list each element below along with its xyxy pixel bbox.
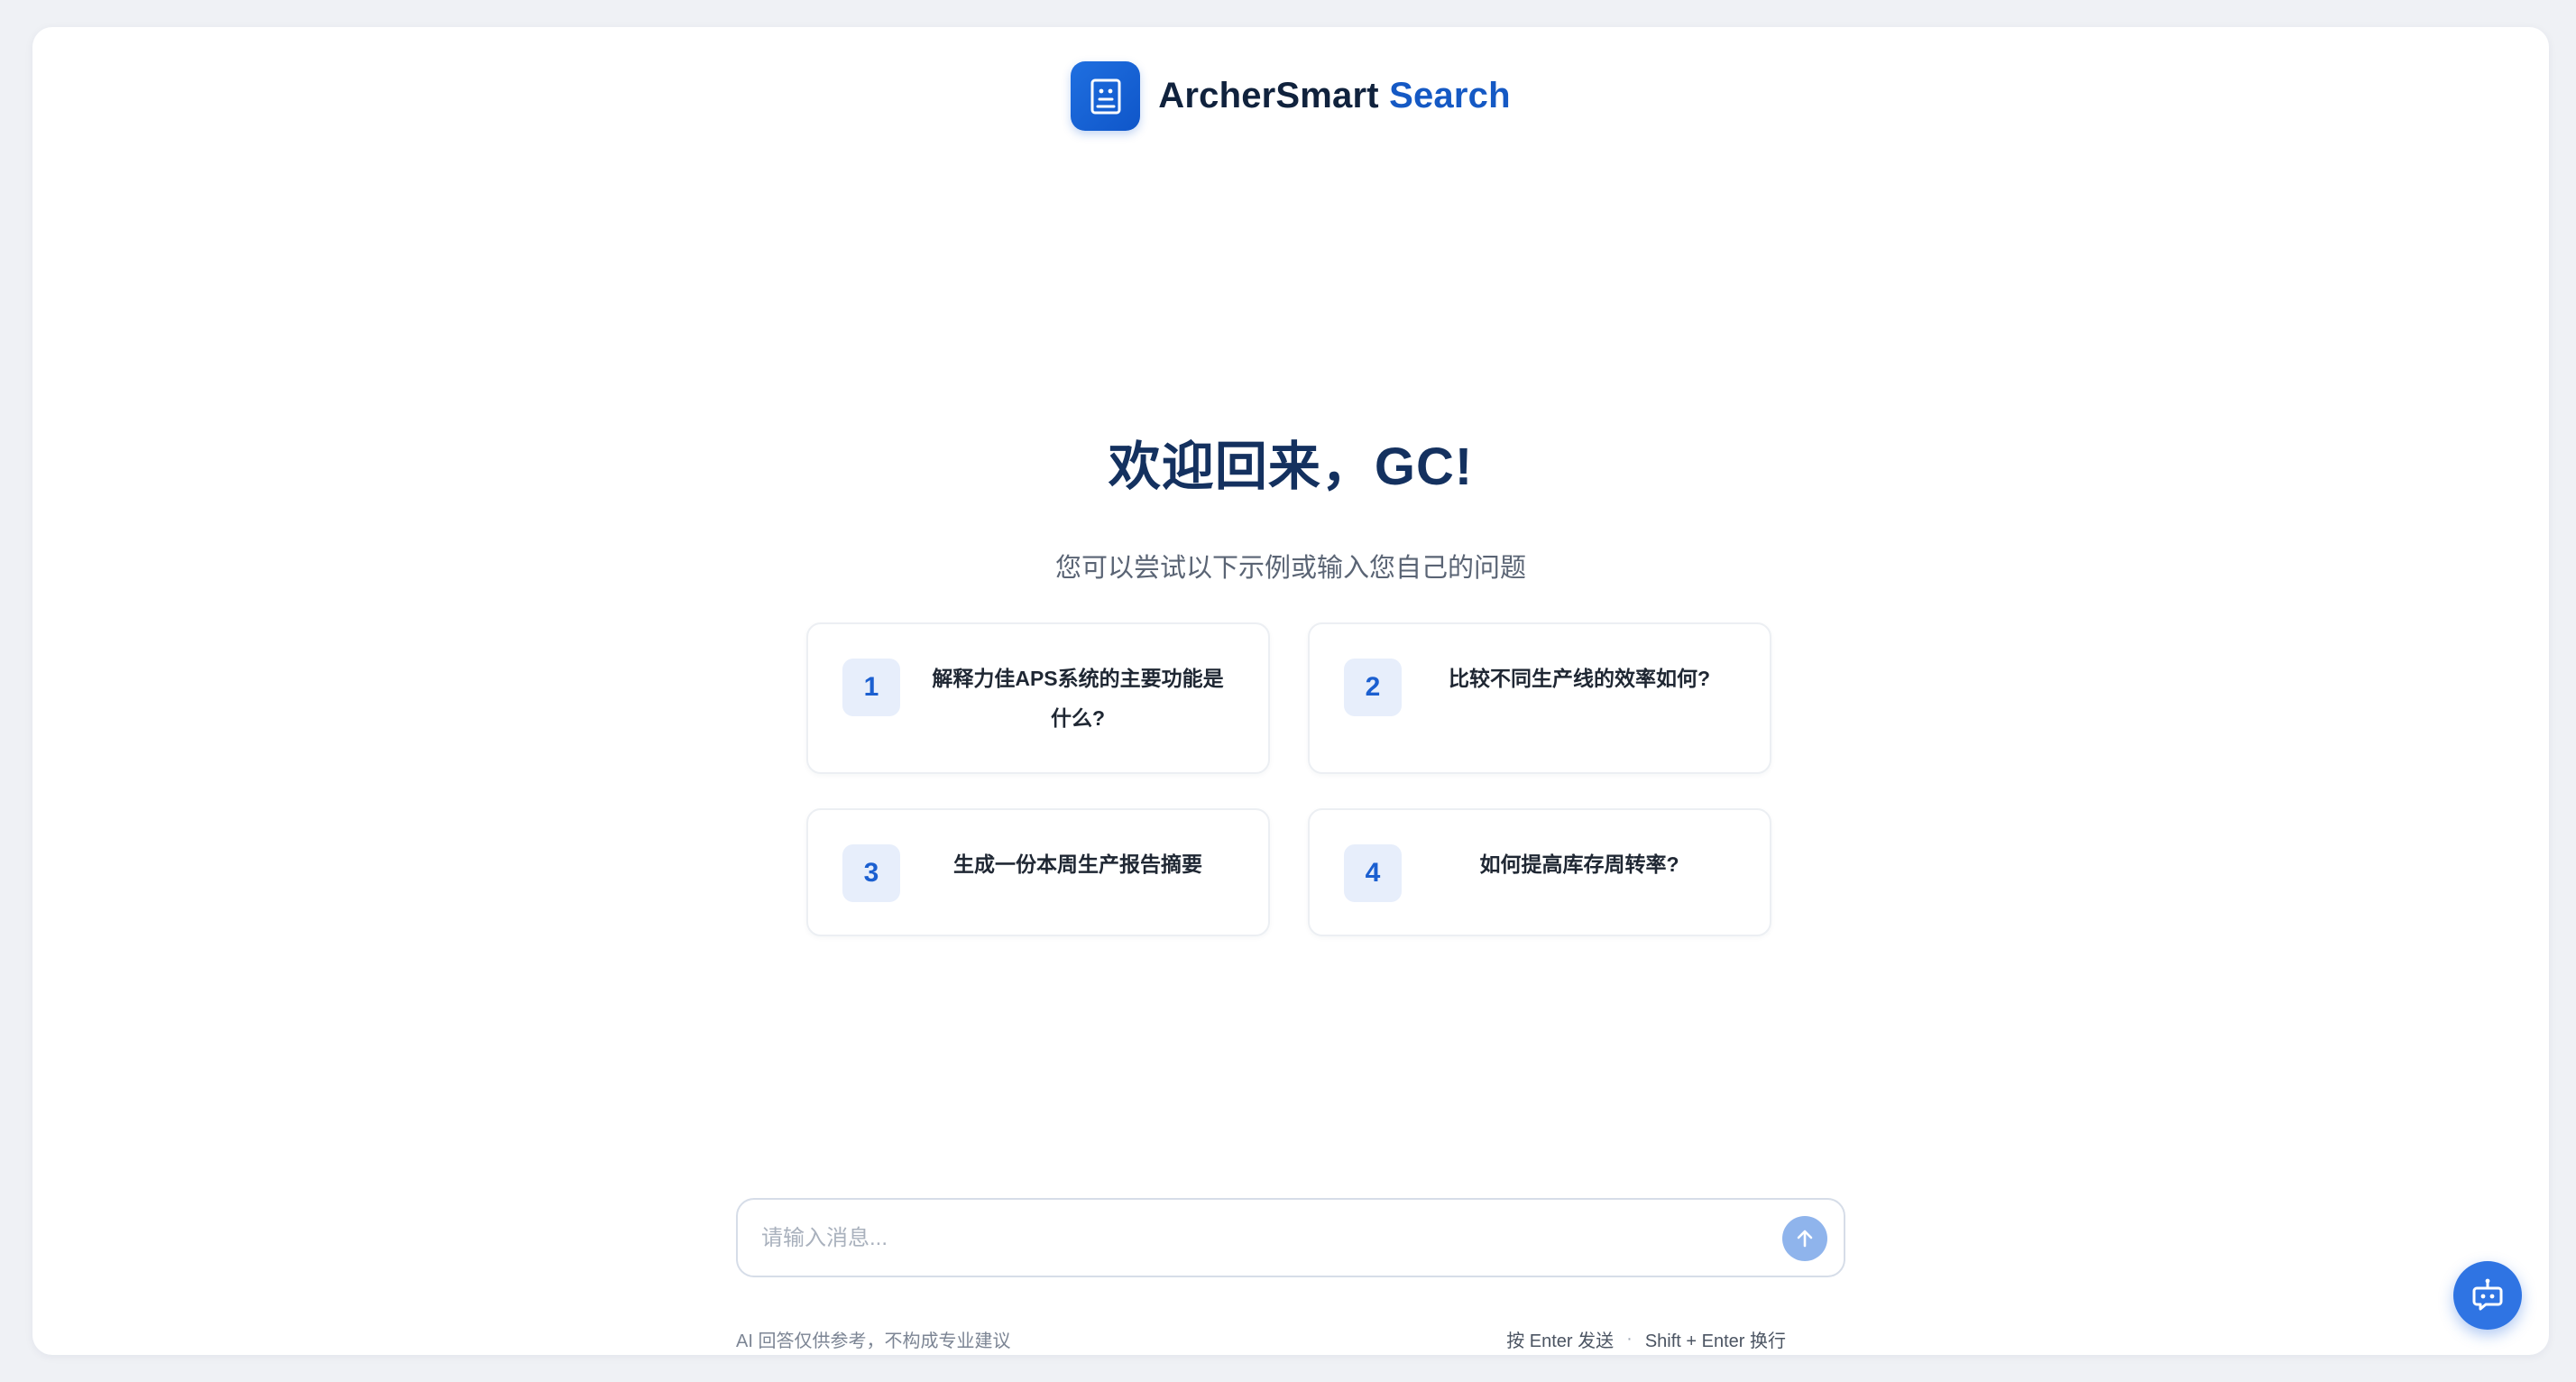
arrow-up-icon bbox=[1797, 1230, 1813, 1248]
brand-name-accent: Search bbox=[1378, 76, 1511, 115]
message-input-box bbox=[736, 1198, 1845, 1277]
suggestion-card-2[interactable]: 2 比较不同生产线的效率如何? bbox=[1308, 622, 1771, 774]
app-container: ArcherSmart Search 欢迎回来，GC! 您可以尝试以下示例或输入… bbox=[32, 27, 2549, 1355]
suggestion-text: 如何提高库存周转率? bbox=[1479, 852, 1679, 876]
suggestion-text: 比较不同生产线的效率如何? bbox=[1448, 667, 1711, 690]
hint-separator: · bbox=[1626, 1329, 1633, 1349]
brand-name: ArcherSmart Search bbox=[1158, 76, 1510, 116]
message-input[interactable] bbox=[759, 1218, 1755, 1259]
document-robot-icon bbox=[1071, 61, 1141, 131]
welcome-subtitle: 您可以尝试以下示例或输入您自己的问题 bbox=[1054, 554, 1526, 583]
suggestion-text: 解释力佳APS系统的主要功能是什么? bbox=[932, 667, 1224, 730]
shift-enter-hint: Shift + Enter 换行 bbox=[1644, 1331, 1786, 1351]
suggestion-card-1[interactable]: 1 解释力佳APS系统的主要功能是什么? bbox=[806, 622, 1270, 774]
suggestion-text: 生成一份本周生产报告摘要 bbox=[953, 852, 1202, 876]
suggestion-number: 1 bbox=[842, 659, 900, 716]
suggestion-card-3[interactable]: 3 生成一份本周生产报告摘要 bbox=[806, 808, 1270, 936]
welcome-title: 欢迎回来，GC! bbox=[1108, 438, 1474, 496]
brand-name-primary: ArcherSmart bbox=[1158, 76, 1379, 115]
chat-robot-icon bbox=[2472, 1278, 2503, 1311]
brand-header: ArcherSmart Search bbox=[32, 61, 2549, 131]
send-button[interactable] bbox=[1782, 1216, 1827, 1261]
chat-bot-button[interactable] bbox=[2453, 1261, 2522, 1330]
suggestion-card-4[interactable]: 4 如何提高库存周转率? bbox=[1308, 808, 1771, 936]
suggestion-number: 3 bbox=[842, 844, 900, 902]
enter-hint: 按 Enter 发送 bbox=[1506, 1331, 1615, 1351]
suggestion-number: 2 bbox=[1344, 659, 1402, 716]
suggestion-number: 4 bbox=[1344, 844, 1402, 902]
disclaimer-text: AI 回答仅供参考，不构成专业建议 bbox=[736, 1331, 1011, 1351]
keyboard-hints: 按 Enter 发送 · Shift + Enter 换行 bbox=[1506, 1326, 1786, 1352]
